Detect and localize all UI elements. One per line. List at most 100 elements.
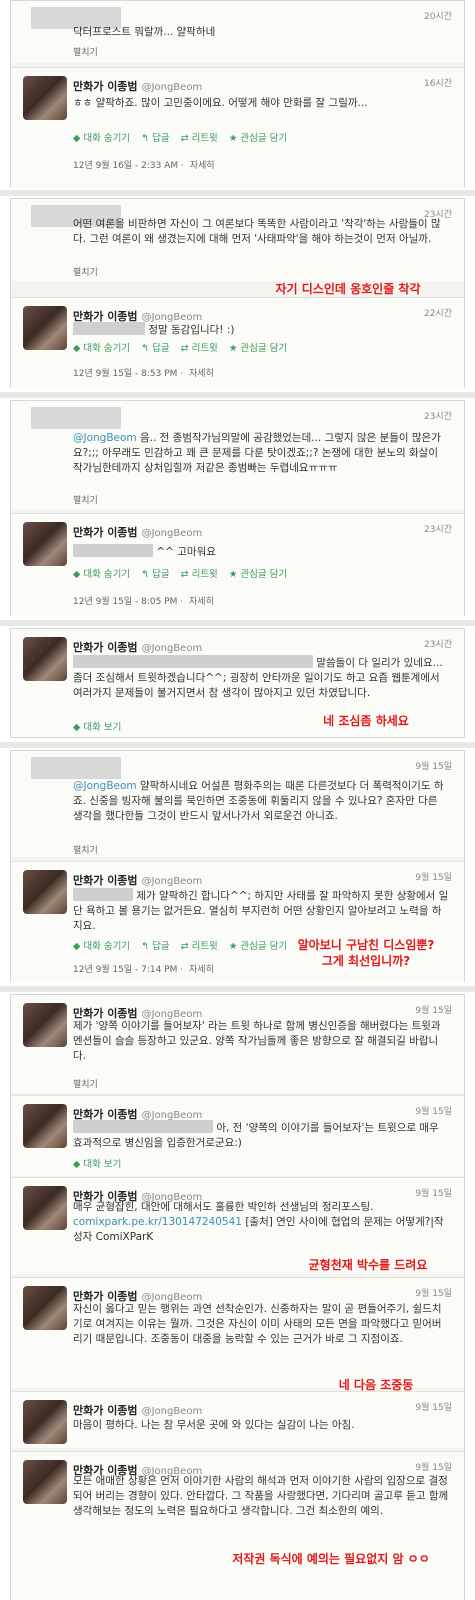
tweet[interactable]: 23시간 @JongBeom 음.. 전 종범작가님의말에 공감했었는데... …: [11, 401, 464, 509]
avatar[interactable]: [23, 870, 67, 914]
tweet-text: 마음이 평하다. 나는 참 무서운 곳에 와 있다는 실감이 나는 아침.: [73, 1419, 355, 1431]
tweet-time[interactable]: 9월 15일: [415, 1286, 452, 1299]
reply-action[interactable]: ↰ 답글: [141, 941, 169, 952]
user-name[interactable]: 만화가 이종범 @JongBeom: [73, 872, 202, 888]
tweet-text: 정말 동감입니다! :): [73, 322, 450, 338]
user-name[interactable]: 만화가 이종범 @JongBeom: [73, 1402, 202, 1418]
hide-conversation-action[interactable]: ◆ 대화 숨기기: [73, 941, 130, 952]
red-caption: 균형천재 박수를 드려요: [308, 1258, 428, 1272]
reply-action[interactable]: ↰ 답글: [141, 343, 169, 354]
tweet-time[interactable]: 20시간: [424, 9, 452, 22]
panel-4: 만화가 이종범 @JongBeom 23시간 말씀들이 다 일리가 있네요... …: [10, 628, 465, 738]
tweet[interactable]: 23시간 어떤 여론을 비판하면 자신이 그 여론보다 똑똑한 사람이라고 '착…: [11, 199, 464, 281]
user-name[interactable]: 만화가 이종범 @JongBeom: [73, 524, 202, 540]
view-conversation-action[interactable]: ◆ 대화 보기: [73, 1156, 129, 1170]
favorite-action[interactable]: ★ 관심글 담기: [229, 133, 287, 144]
retweet-action[interactable]: ⇄ 리트윗: [181, 343, 218, 354]
tweet-text: 자신이 옳다고 믿는 행위는 과연 선착순인가. 신중하자는 말이 곧 편들어주…: [73, 1303, 442, 1345]
detail-link[interactable]: 자세히: [190, 161, 215, 171]
tweet-text: 말씀들이 다 일리가 있네요... 좀더 조심해서 트윗하겠습니다^^; 굉장히…: [73, 655, 443, 699]
tweet-time[interactable]: 9월 15일: [415, 759, 452, 772]
avatar[interactable]: [23, 306, 67, 350]
tweet-text: 제가 '양쪽 이야기를 들어보자' 라는 트윗 하나로 함께 병신인증을 해버렸…: [73, 1020, 441, 1062]
avatar[interactable]: [23, 76, 67, 120]
avatar[interactable]: [23, 1400, 67, 1444]
expand-link[interactable]: 펼치기: [73, 265, 98, 278]
tweet-time[interactable]: 9월 15일: [415, 1003, 452, 1016]
avatar[interactable]: [23, 1104, 67, 1148]
panel-1: 20시간 닥터프로스트 뭐랄까... 얄팍하네 펼치기 만화가 이종범 @Jong…: [10, 0, 465, 188]
favorite-action[interactable]: ★ 관심글 담기: [229, 569, 287, 580]
expand-link[interactable]: 펼치기: [73, 493, 98, 506]
retweet-action[interactable]: ⇄ 리트윗: [181, 941, 218, 952]
divider: [0, 742, 475, 748]
tweet-text: 닥터프로스트 뭐랄까... 얄팍하네: [73, 26, 216, 38]
tweet-date: 12년 9월 16일 - 2:33 AM · 자세히: [73, 161, 215, 171]
avatar[interactable]: [23, 1460, 67, 1504]
expand-link[interactable]: 펼치기: [73, 843, 98, 856]
avatar[interactable]: [23, 522, 67, 566]
tweet-text: @JongBeom 음.. 전 종범작가님의말에 공감했었는데... 그렇지 않…: [73, 432, 441, 474]
tweet[interactable]: 만화가 이종범 @JongBeom 9월 15일 모든 애매한 상황은 먼저 이야…: [11, 1451, 464, 1600]
view-conversation-action[interactable]: ◆ 대화 보기: [73, 719, 129, 733]
user-name[interactable]: 만화가 이종범 @JongBeom: [73, 78, 202, 94]
retweet-action[interactable]: ⇄ 리트윗: [181, 569, 218, 580]
tweet-time[interactable]: 23시간: [424, 409, 452, 422]
panel-3: 23시간 @JongBeom 음.. 전 종범작가님의말에 공감했었는데... …: [10, 400, 465, 616]
tweet-text: 제가 얄팍하긴 합니다^^; 하지만 사태를 잘 파악하지 못한 상황에서 일단…: [73, 888, 449, 932]
tweet[interactable]: 만화가 이종범 @JongBeom 9월 15일 아, 전 '양쪽의 이야기를 들…: [11, 1095, 464, 1176]
retweet-action[interactable]: ⇄ 리트윗: [181, 133, 218, 144]
user-name[interactable]: 만화가 이종범 @JongBeom: [73, 639, 202, 655]
tweet[interactable]: 만화가 이종범 @JongBeom 23시간 ^^ 고마워요 ◆ 대화 숨기기 ↰…: [11, 513, 464, 616]
favorite-action[interactable]: ★ 관심글 담기: [229, 343, 287, 354]
avatar[interactable]: [23, 1003, 67, 1047]
detail-link[interactable]: 자세히: [189, 369, 214, 379]
divider: [0, 620, 475, 626]
tweet-time[interactable]: 9월 15일: [415, 1186, 452, 1199]
tweet[interactable]: 만화가 이종범 @JongBeom 9월 15일 제가 '양쪽 이야기를 들어보자…: [11, 995, 464, 1093]
tweet-actions: ◆ 대화 숨기기 ↰ 답글 ⇄ 리트윗 ★ 관심글 담기: [73, 340, 295, 354]
panel-2: 23시간 어떤 여론을 비판하면 자신이 그 여론보다 똑똑한 사람이라고 '착…: [10, 198, 465, 388]
tweet-text: 어떤 여론을 비판하면 자신이 그 여론보다 똑똑한 사람이라고 '착각'하는 …: [73, 218, 441, 245]
blurred-user: [31, 757, 121, 779]
tweet-actions: ◆ 대화 숨기기 ↰ 답글 ⇄ 리트윗 ★ 관심글 담기: [73, 130, 295, 144]
tweet-time[interactable]: 9월 15일: [415, 1400, 452, 1413]
tweet-actions: ◆ 대화 숨기기 ↰ 답글 ⇄ 리트윗 ★ 관심글 담기: [73, 938, 295, 952]
tweet-time[interactable]: 9월 15일: [415, 870, 452, 883]
detail-link[interactable]: 자세히: [189, 597, 214, 607]
avatar[interactable]: [23, 1186, 67, 1230]
tweet[interactable]: 만화가 이종범 @JongBeom 9월 15일 자신이 옳다고 믿는 행위는 과…: [11, 1277, 464, 1388]
hide-conversation-action[interactable]: ◆ 대화 숨기기: [73, 343, 130, 354]
tweet[interactable]: 만화가 이종범 @JongBeom 16시간 ㅎㅎ 얄팍하죠. 많이 고민중이에요…: [11, 67, 464, 188]
hide-conversation-action[interactable]: ◆ 대화 숨기기: [73, 133, 130, 144]
reply-action[interactable]: ↰ 답글: [141, 133, 169, 144]
panel-5: 9월 15일 @JongBeom 얄팍하시네요 어설픈 평화주의는 때론 다른것…: [10, 750, 465, 982]
tweet-text: 아, 전 '양쪽의 이야기를 들어보자'는 트윗으로 매우 효과적으로 병신임을…: [73, 1120, 439, 1149]
tweet-text: ^^ 고마워요: [73, 544, 450, 560]
tweet[interactable]: 만화가 이종범 @JongBeom 22시간 정말 동감입니다! :) ◆ 대화 …: [11, 297, 464, 388]
expand-link[interactable]: 펼치기: [73, 1077, 98, 1090]
favorite-action[interactable]: ★ 관심글 담기: [229, 941, 287, 952]
tweet-time[interactable]: 9월 15일: [415, 1104, 452, 1117]
tweet-time[interactable]: 9월 15일: [415, 1460, 452, 1473]
tweet[interactable]: 만화가 이종범 @JongBeom 9월 15일 마음이 평하다. 나는 참 무서…: [11, 1391, 464, 1448]
post-link[interactable]: comixpark.pe.kr/130147240541: [73, 1216, 242, 1228]
tweet[interactable]: 9월 15일 @JongBeom 얄팍하시네요 어설픈 평화주의는 때론 다른것…: [11, 751, 464, 857]
hide-conversation-action[interactable]: ◆ 대화 숨기기: [73, 569, 130, 580]
tweet-date: 12년 9월 15일 - 8:05 PM · 자세히: [73, 597, 214, 607]
divider: [0, 392, 475, 398]
divider: [0, 190, 475, 196]
avatar[interactable]: [23, 637, 67, 681]
panel-6: 만화가 이종범 @JongBeom 9월 15일 제가 '양쪽 이야기를 들어보자…: [10, 994, 465, 1600]
tweet-time[interactable]: 23시간: [424, 522, 452, 535]
reply-action[interactable]: ↰ 답글: [141, 569, 169, 580]
avatar[interactable]: [23, 1286, 67, 1330]
tweet-time[interactable]: 23시간: [424, 637, 452, 650]
tweet-text: ㅎㅎ 얄팍하죠. 많이 고민중이에요. 어떻게 해야 만화를 잘 그릴까...: [73, 97, 368, 109]
expand-link[interactable]: 펼치기: [73, 45, 98, 58]
tweet-text: 매우 균형잡힌, 대안에 대해서도 훌륭한 박인하 선생님의 정리포스팅. co…: [73, 1201, 444, 1243]
tweet-time[interactable]: 22시간: [424, 306, 452, 319]
tweet-time[interactable]: 16시간: [424, 76, 452, 89]
tweet[interactable]: 20시간 닥터프로스트 뭐랄까... 얄팍하네 펼치기: [11, 1, 464, 63]
detail-link[interactable]: 자세히: [189, 965, 214, 975]
